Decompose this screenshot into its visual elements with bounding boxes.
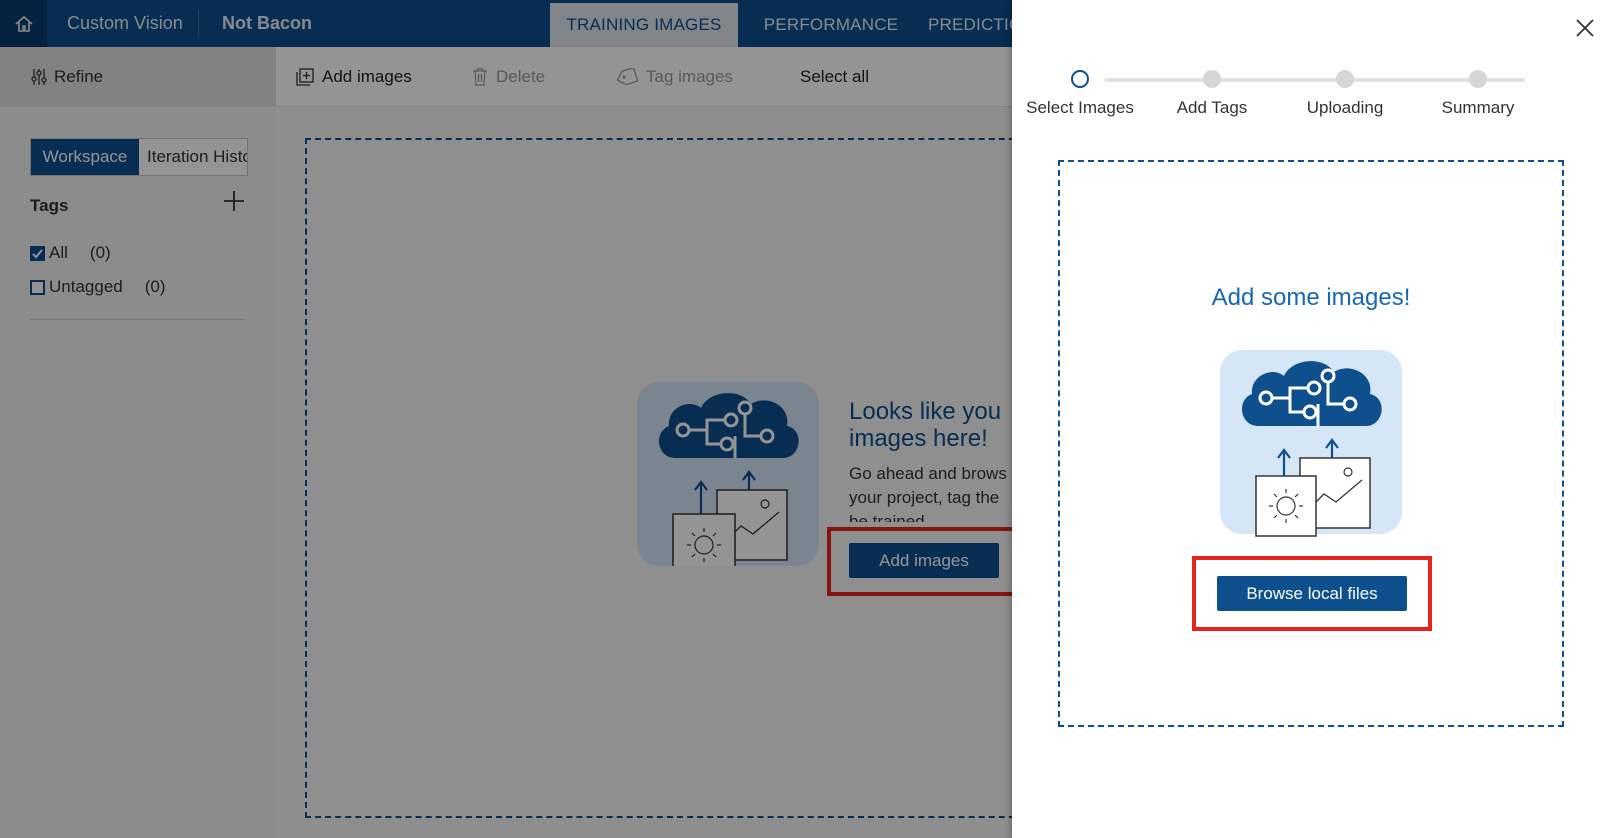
close-icon xyxy=(1576,19,1594,37)
panel-drop-zone[interactable]: Add some images! Browse local files xyxy=(1058,160,1564,727)
brain-cloud-icon xyxy=(1220,350,1402,537)
step-dot-summary xyxy=(1469,70,1487,88)
modal-backdrop[interactable] xyxy=(0,0,1012,838)
stepper-track xyxy=(1105,78,1525,82)
highlight-box-browse xyxy=(1192,556,1432,631)
add-images-panel: Select Images Add Tags Uploading Summary… xyxy=(1012,0,1604,838)
close-button[interactable] xyxy=(1572,15,1598,41)
step-dot-select-images xyxy=(1071,70,1089,88)
step-dot-uploading xyxy=(1336,70,1354,88)
step-dot-add-tags xyxy=(1203,70,1221,88)
panel-heading: Add some images! xyxy=(1211,284,1411,311)
step-label-summary: Summary xyxy=(1441,98,1515,117)
